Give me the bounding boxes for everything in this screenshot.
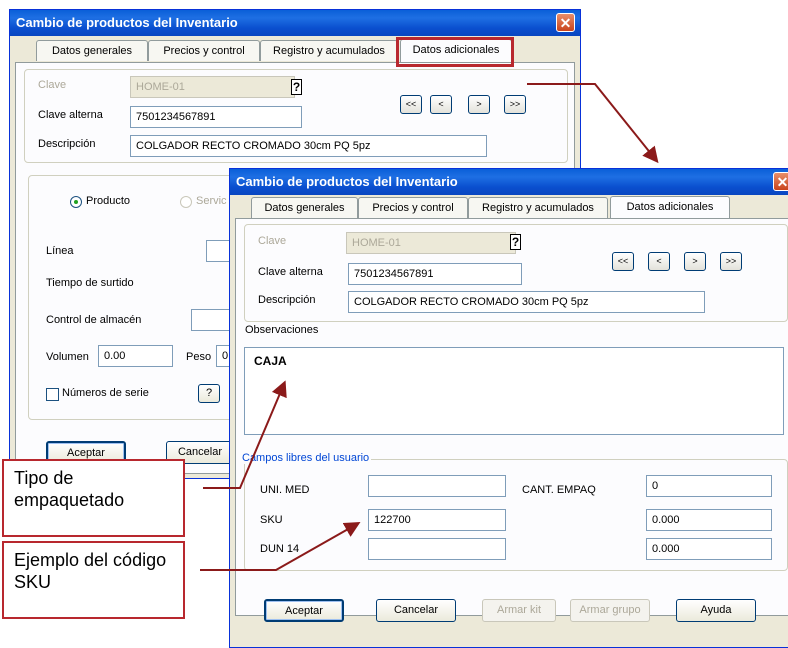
ayuda-button[interactable]: Ayuda — [676, 599, 756, 622]
lookup-icon[interactable]: ? — [291, 79, 302, 95]
peso-label: Peso — [186, 351, 212, 363]
clave-alterna-label: Clave alterna — [258, 266, 323, 278]
descripcion-label: Descripción — [258, 294, 316, 306]
cant-empaq-field[interactable]: 0 — [646, 475, 772, 497]
tab-datos-generales[interactable]: Datos generales — [251, 197, 358, 218]
radio-dot — [74, 200, 78, 204]
observaciones-textarea[interactable]: CAJA — [244, 347, 784, 435]
window-back-title: Cambio de productos del Inventario — [10, 10, 580, 36]
descripcion-field[interactable]: COLGADOR RECTO CROMADO 30cm PQ 5pz — [348, 291, 705, 313]
cancelar-button[interactable]: Cancelar — [376, 599, 456, 622]
dun14-label: DUN 14 — [260, 543, 300, 555]
next-record-button[interactable]: > — [468, 95, 490, 114]
descripcion-field[interactable]: COLGADOR RECTO CROMADO 30cm PQ 5pz — [130, 135, 487, 157]
uni-med-label: UNI. MED — [260, 484, 310, 496]
tab-registro-acumulados[interactable]: Registro y acumulados — [260, 40, 398, 61]
callout-tipo-empaquetado: Tipo de empaquetado — [2, 459, 185, 537]
tab-precios-control[interactable]: Precios y control — [358, 197, 468, 218]
numeros-serie-checkbox[interactable] — [46, 388, 59, 401]
servicio-radio[interactable] — [180, 196, 192, 208]
prev-record-button[interactable]: < — [648, 252, 670, 271]
tab-registro-acumulados[interactable]: Registro y acumulados — [468, 197, 608, 218]
clave-label: Clave — [258, 235, 287, 247]
last-record-button[interactable]: >> — [504, 95, 526, 114]
callout-tipo-text: Tipo de empaquetado — [14, 468, 125, 510]
aceptar-button[interactable]: Aceptar — [264, 599, 344, 622]
user-field-3[interactable]: 0.000 — [646, 538, 772, 560]
tab-panel: Clave HOME-01 ? Clave alterna 7501234567… — [235, 218, 788, 622]
numeros-serie-label: Números de serie — [62, 387, 149, 399]
uni-med-field[interactable] — [368, 475, 506, 497]
callout-ejemplo-text: Ejemplo del código SKU — [14, 550, 167, 592]
campos-libres-label: Campos libres del usuario — [240, 452, 372, 464]
servicio-label: Servic — [196, 195, 227, 207]
clave-alterna-field[interactable]: 7501234567891 — [348, 263, 522, 285]
volumen-field[interactable]: 0.00 — [98, 345, 173, 367]
sku-label: SKU — [260, 514, 283, 526]
tiempo-surtido-label: Tiempo de surtido — [46, 277, 134, 289]
user-field-2[interactable]: 0.000 — [646, 509, 772, 531]
producto-label: Producto — [86, 195, 131, 207]
descripcion-label: Descripción — [38, 138, 96, 150]
first-record-button[interactable]: << — [612, 252, 634, 271]
tab-datos-adicionales[interactable]: Datos adicionales — [610, 196, 730, 219]
last-record-button[interactable]: >> — [720, 252, 742, 271]
clave-label: Clave — [38, 79, 67, 91]
control-almacen-label: Control de almacén — [46, 314, 142, 326]
clave-field[interactable]: HOME-01 — [130, 76, 295, 98]
close-icon[interactable]: ✕ — [773, 172, 788, 191]
clave-alterna-label: Clave alterna — [38, 109, 103, 121]
window-front-title: Cambio de productos del Inventario — [230, 169, 788, 195]
help-icon[interactable]: ? — [198, 384, 220, 403]
producto-radio[interactable] — [70, 196, 82, 208]
tab-highlight-box — [396, 37, 514, 67]
linea-label: Línea — [46, 245, 74, 257]
lookup-icon[interactable]: ? — [510, 234, 521, 250]
window-front: Cambio de productos del Inventario ✕ Dat… — [229, 168, 788, 648]
next-record-button[interactable]: > — [684, 252, 706, 271]
callout-ejemplo-sku: Ejemplo del código SKU — [2, 541, 185, 619]
clave-field[interactable]: HOME-01 — [346, 232, 516, 254]
prev-record-button[interactable]: < — [430, 95, 452, 114]
cant-empaq-label: CANT. EMPAQ — [522, 484, 596, 496]
armar-kit-button: Armar kit — [482, 599, 556, 622]
tab-datos-generales[interactable]: Datos generales — [36, 40, 148, 61]
first-record-button[interactable]: << — [400, 95, 422, 114]
armar-grupo-button: Armar grupo — [570, 599, 650, 622]
clave-alterna-field[interactable]: 7501234567891 — [130, 106, 302, 128]
volumen-label: Volumen — [46, 351, 89, 363]
close-icon[interactable]: ✕ — [556, 13, 575, 32]
observaciones-label: Observaciones — [245, 324, 319, 336]
sku-field[interactable]: 122700 — [368, 509, 506, 531]
tab-precios-control[interactable]: Precios y control — [148, 40, 260, 61]
observaciones-text: CAJA — [254, 354, 287, 368]
dun14-field[interactable] — [368, 538, 506, 560]
